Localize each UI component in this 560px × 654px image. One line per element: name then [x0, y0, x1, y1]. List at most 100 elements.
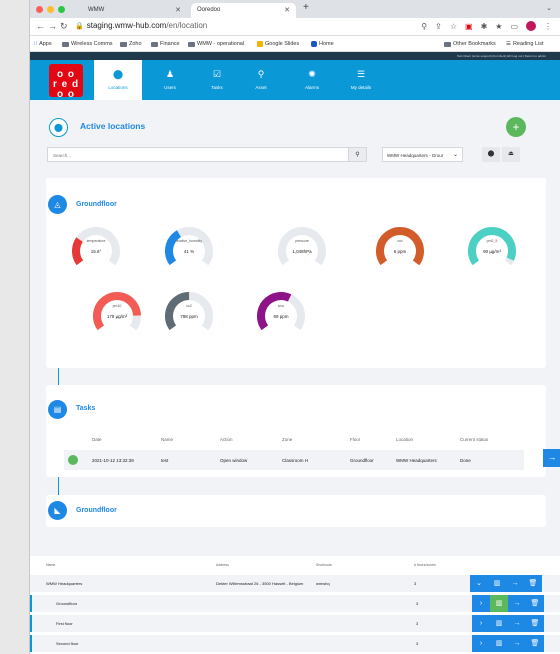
nav-tasks[interactable]: ☑ Tasks	[193, 60, 241, 100]
puzzle-icon[interactable]: ✱	[481, 22, 488, 31]
bookmark-wireless-comms[interactable]: Wireless Comms	[62, 41, 113, 47]
gauge-pressure: pressure 1,048hPa	[276, 225, 328, 277]
delete-button[interactable]: 🗑	[524, 575, 542, 592]
stats-button[interactable]: ▥	[490, 595, 508, 612]
table-row[interactable]: Second floor 3 › ▥ → 🗑	[30, 635, 560, 652]
stats-button[interactable]: ▥	[490, 635, 508, 652]
gauge-temperature: temperature 15.6°	[70, 225, 122, 277]
close-window-button[interactable]	[36, 6, 43, 13]
star-icon[interactable]: ☆	[450, 22, 457, 31]
bookmark-other[interactable]: Other Bookmarks	[444, 41, 496, 47]
task-open-button[interactable]: →	[543, 449, 560, 467]
pin-icon[interactable]: ★	[495, 22, 502, 31]
open-button[interactable]: →	[508, 595, 526, 612]
sidebar-icon[interactable]: ▭	[510, 22, 518, 31]
back-button[interactable]: ←	[36, 21, 45, 31]
chevron-down-icon[interactable]: ⌄	[546, 4, 552, 12]
bookmark-google-slides[interactable]: Google Slides	[257, 41, 299, 47]
eject-button[interactable]: ⏏	[502, 147, 520, 162]
delete-button[interactable]: 🗑	[526, 595, 544, 612]
expand-button[interactable]: ›	[472, 595, 490, 612]
share-icon[interactable]: ⇪	[435, 22, 442, 31]
task-zone: Classroom H	[282, 458, 309, 463]
url-domain: staging.wmw-hub.com	[86, 21, 167, 30]
expand-button[interactable]: ›	[472, 615, 490, 632]
chevron-right-icon: ›	[479, 620, 483, 627]
trash-icon: 🗑	[530, 620, 540, 627]
nav-alarms[interactable]: ✺ Alarms	[288, 60, 336, 100]
bookmark-finance[interactable]: Finance	[151, 41, 180, 47]
task-location: WMW Headquarters	[396, 458, 437, 463]
bookmark-zoho[interactable]: Zoho	[120, 41, 142, 47]
row-actions: › ▥ → 🗑	[472, 635, 544, 652]
account-info[interactable]: Test Client (wmw support) (bot client) E…	[457, 54, 546, 58]
nav-locations[interactable]: ⬤ Locations	[94, 60, 142, 100]
close-tab-icon[interactable]: ✕	[284, 6, 290, 14]
open-button[interactable]: →	[508, 635, 526, 652]
zoom-icon[interactable]: ⚲	[421, 22, 427, 31]
minimize-window-button[interactable]	[47, 6, 54, 13]
floor-name: Second floor	[56, 641, 79, 646]
profile-avatar[interactable]	[526, 21, 536, 31]
expand-button[interactable]: ›	[472, 635, 490, 652]
url-field[interactable]: 🔒 staging.wmw-hub.com/en/location	[75, 21, 207, 30]
chevron-down-icon: ⌄	[476, 580, 482, 587]
bookmark-apps[interactable]: ⁞⁞ Apps	[34, 41, 52, 47]
location-name: WMW Headquarters	[46, 581, 83, 586]
forward-button[interactable]: →	[48, 21, 57, 31]
collapse-button[interactable]: ⌄	[470, 575, 488, 592]
folder-icon	[188, 41, 195, 47]
tab-ooredoo[interactable]: Ooredoo ✕	[191, 3, 296, 18]
trash-icon: 🗑	[528, 580, 538, 587]
open-button[interactable]: →	[506, 575, 524, 592]
arrow-right-icon: →	[513, 600, 521, 607]
users-icon: ♟	[165, 69, 175, 79]
nav-asset[interactable]: ⚲ Asset	[237, 60, 285, 100]
close-tab-icon[interactable]: ✕	[175, 6, 181, 14]
row-actions: › ▥ → 🗑	[472, 615, 544, 632]
arrow-right-icon: →	[511, 580, 519, 587]
extension-icon[interactable]: ▣	[465, 22, 473, 31]
floor-count: 3	[416, 601, 419, 606]
folder-icon	[444, 41, 451, 47]
table-row[interactable]: WMW Headquarters Dekter Willemsstraat 26…	[30, 575, 560, 592]
status-dot	[68, 455, 78, 465]
add-location-button[interactable]: +	[506, 117, 526, 137]
bookmark-home[interactable]: Home	[311, 41, 334, 47]
bookmark-wmw-operational[interactable]: WMW - operational	[188, 41, 244, 47]
tab-wmw[interactable]: WMW ✕	[82, 3, 187, 18]
app-nav: o o r e d o o ⬤ Locations ♟ Users ☑ Task…	[30, 60, 560, 100]
gauge-label: pm2_5	[486, 239, 498, 243]
table-row[interactable]: Groundfloor 3 › ▥ → 🗑	[30, 595, 560, 612]
app-top-strip: Test Client (wmw support) (bot client) E…	[30, 52, 560, 60]
gauge-label: tvoc	[277, 304, 285, 308]
row-actions: ⌄ ▥ → 🗑	[470, 575, 542, 592]
nav-my-details[interactable]: ☰ My details	[337, 60, 385, 100]
location-select[interactable]: WMW Headquarters - Grour ⌄	[382, 147, 463, 162]
map-pin-button[interactable]: ⬤	[482, 147, 500, 162]
search-input[interactable]: Search...	[47, 147, 350, 162]
nav-users[interactable]: ♟ Users	[146, 60, 194, 100]
gauge-label: pressure	[295, 239, 309, 243]
search-button[interactable]: ⚲	[348, 147, 367, 162]
bar-chart-icon: ▥	[495, 620, 503, 627]
reading-list[interactable]: ☰ Reading List	[506, 41, 544, 47]
table-row[interactable]: First floor 3 › ▥ → 🗑	[30, 615, 560, 632]
open-button[interactable]: →	[508, 615, 526, 632]
delete-button[interactable]: 🗑	[526, 615, 544, 632]
tasks-col-status: Current status	[460, 437, 489, 442]
reload-button[interactable]: ↻	[60, 21, 68, 32]
stats-button[interactable]: ▥	[488, 575, 506, 592]
map-pin-icon: ⬤	[487, 151, 495, 157]
stats-button[interactable]: ▥	[490, 615, 508, 632]
gauge-value: 15.6°	[90, 249, 102, 254]
more-menu-icon[interactable]: ⋮	[544, 22, 552, 31]
delete-button[interactable]: 🗑	[526, 635, 544, 652]
shield-icon	[311, 41, 317, 47]
slides-icon	[257, 41, 263, 47]
maximize-window-button[interactable]	[58, 6, 65, 13]
new-tab-button[interactable]: +	[303, 2, 309, 13]
gauge-co2: co2 798 ppm	[163, 290, 215, 342]
gauge-label: voc	[397, 239, 403, 243]
ooredoo-logo[interactable]: o o r e d o o	[49, 64, 83, 100]
